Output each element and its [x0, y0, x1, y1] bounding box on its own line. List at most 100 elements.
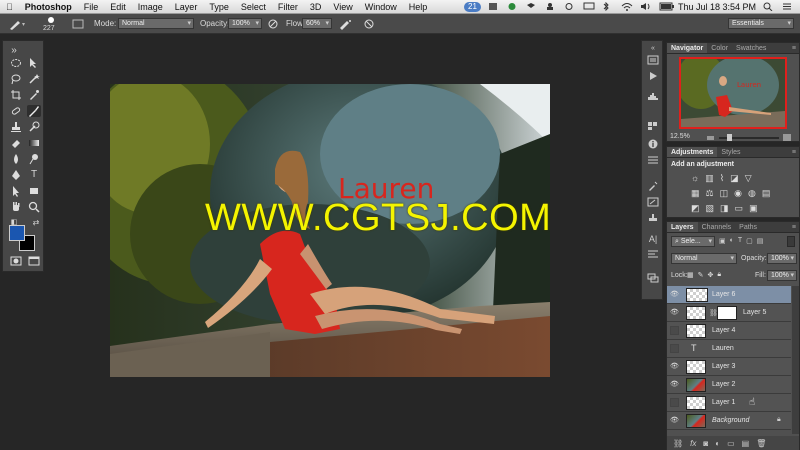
menu-app-photoshop[interactable]: Photoshop: [19, 0, 78, 14]
black-white-icon[interactable]: ◫: [720, 188, 729, 200]
filter-pixel-icon[interactable]: ▣: [719, 237, 726, 245]
layer-row-layer-1[interactable]: Layer 1 ☝︎: [667, 394, 791, 412]
layer-row-layer-2[interactable]: 👁︎ Layer 2: [667, 376, 791, 394]
link-layers-icon[interactable]: ⛓︎: [673, 439, 683, 448]
lock-image-icon[interactable]: ✎: [698, 271, 704, 279]
histogram-panel-icon[interactable]: [645, 91, 661, 103]
actions-play-icon[interactable]: [645, 71, 661, 83]
zoom-tool-icon[interactable]: [27, 201, 41, 213]
pen-tool-icon[interactable]: [9, 169, 23, 181]
eraser-tool-icon[interactable]: [9, 137, 23, 149]
airbrush-icon[interactable]: [338, 18, 352, 30]
visibility-toggle-off[interactable]: [670, 344, 679, 353]
healing-brush-icon[interactable]: [9, 105, 23, 117]
marquee-tool-icon[interactable]: [9, 57, 23, 69]
clone-source-icon[interactable]: [645, 213, 661, 225]
panel-menu-icon[interactable]: ≡: [788, 147, 799, 157]
zoom-slider-thumb[interactable]: [727, 134, 732, 141]
calendar-badge[interactable]: 21: [464, 1, 481, 12]
tab-paths[interactable]: Paths: [735, 222, 761, 232]
layer-row-background[interactable]: 👁︎ Background 🔒︎: [667, 412, 791, 430]
brush-tool-icon[interactable]: [27, 105, 41, 117]
eyedropper-icon[interactable]: [27, 89, 41, 101]
spotlight-search-icon[interactable]: [763, 2, 775, 12]
invert-icon[interactable]: ◩: [691, 203, 700, 215]
history-brush-icon[interactable]: [27, 121, 41, 133]
tab-channels[interactable]: Channels: [698, 222, 736, 232]
exposure-icon[interactable]: ◪: [730, 173, 739, 185]
layer-comps-icon[interactable]: [645, 273, 661, 285]
hue-saturation-icon[interactable]: ▦: [691, 188, 700, 200]
filter-smart-icon[interactable]: ▤: [757, 237, 764, 245]
new-layer-icon[interactable]: ▤: [742, 439, 750, 448]
vibrance-icon[interactable]: ▽: [745, 173, 752, 185]
menu-3d[interactable]: 3D: [304, 0, 328, 14]
zoom-in-icon[interactable]: [783, 134, 791, 141]
collapse-arrows-icon[interactable]: «: [645, 43, 661, 55]
pressure-size-icon[interactable]: [362, 18, 376, 30]
visibility-toggle-off[interactable]: [670, 398, 679, 407]
layer-fill-field[interactable]: 100%: [767, 270, 797, 281]
status-cube-icon[interactable]: [488, 2, 500, 11]
wifi-icon[interactable]: [621, 2, 633, 11]
color-balance-icon[interactable]: ⚖: [706, 188, 714, 200]
navigator-zoom-value[interactable]: 12.5%: [670, 133, 690, 140]
layer-kind-filter[interactable]: ⌕ Sele...: [671, 236, 715, 247]
tab-styles[interactable]: Styles: [717, 147, 744, 157]
screen-mode-icon[interactable]: [27, 255, 41, 267]
dropbox-icon[interactable]: [526, 2, 538, 11]
visibility-toggle-off[interactable]: [670, 326, 679, 335]
pressure-opacity-icon[interactable]: [266, 18, 280, 30]
blend-mode-dropdown[interactable]: Normal: [671, 253, 737, 264]
history-panel-icon[interactable]: [645, 55, 661, 67]
move-tool-icon[interactable]: [27, 57, 41, 69]
display-icon[interactable]: [583, 2, 595, 11]
filter-adjustment-icon[interactable]: ◐: [730, 237, 734, 245]
menu-image[interactable]: Image: [132, 0, 169, 14]
magic-wand-icon[interactable]: [27, 73, 41, 85]
tab-navigator[interactable]: Navigator: [667, 43, 708, 53]
lock-transparent-icon[interactable]: ▦: [687, 271, 694, 279]
menu-help[interactable]: Help: [403, 0, 434, 14]
evernote-icon[interactable]: [507, 2, 519, 11]
layer-row-layer-3[interactable]: 👁︎ Layer 3: [667, 358, 791, 376]
photo-filter-icon[interactable]: ◉: [734, 188, 742, 200]
navigator-proxy-view[interactable]: Lauren: [679, 57, 787, 129]
blur-tool-icon[interactable]: [9, 153, 23, 165]
info-panel-icon[interactable]: [645, 139, 661, 151]
layer-row-layer-5[interactable]: 👁︎ ⛓︎ Layer 5: [667, 304, 791, 322]
add-mask-icon[interactable]: ◙: [703, 439, 708, 448]
visibility-eye-icon[interactable]: 👁︎: [670, 290, 679, 299]
swatches-panel-icon[interactable]: [645, 121, 661, 133]
volume-icon[interactable]: [640, 2, 652, 11]
sync-icon[interactable]: [564, 2, 576, 11]
hand-tool-icon[interactable]: [9, 201, 23, 213]
battery-icon[interactable]: [659, 2, 674, 11]
notification-list-icon[interactable]: [782, 2, 794, 11]
menu-file[interactable]: File: [78, 0, 105, 14]
menu-window[interactable]: Window: [359, 0, 403, 14]
brush-panel-icon[interactable]: [72, 18, 84, 30]
character-panel-icon[interactable]: A|: [645, 233, 661, 245]
gradient-tool-icon[interactable]: [27, 137, 41, 149]
new-adjustment-layer-icon[interactable]: ◐: [715, 439, 720, 448]
menu-edit[interactable]: Edit: [104, 0, 132, 14]
shape-tool-icon[interactable]: [27, 185, 41, 197]
selective-color-icon[interactable]: ▣: [749, 203, 758, 215]
tab-layers[interactable]: Layers: [667, 222, 698, 232]
workspace-switcher[interactable]: Essentials: [728, 18, 794, 29]
clone-stamp-icon[interactable]: [9, 121, 23, 133]
swap-colors-icon[interactable]: ⇄: [29, 217, 43, 229]
lock-all-icon[interactable]: 🔒︎: [717, 271, 721, 279]
visibility-eye-icon[interactable]: 👁︎: [670, 362, 679, 371]
visibility-eye-icon[interactable]: 👁︎: [670, 308, 679, 317]
levels-icon[interactable]: ▥: [705, 173, 714, 185]
tab-swatches[interactable]: Swatches: [732, 43, 770, 53]
threshold-icon[interactable]: ◨: [720, 203, 729, 215]
panel-menu-icon[interactable]: ≡: [788, 222, 799, 232]
brightness-contrast-icon[interactable]: ☼: [691, 173, 699, 185]
flow-field[interactable]: 60%: [302, 18, 332, 29]
posterize-icon[interactable]: ▧: [706, 203, 715, 215]
type-tool-icon[interactable]: T: [27, 169, 41, 181]
properties-panel-icon[interactable]: [645, 155, 661, 167]
